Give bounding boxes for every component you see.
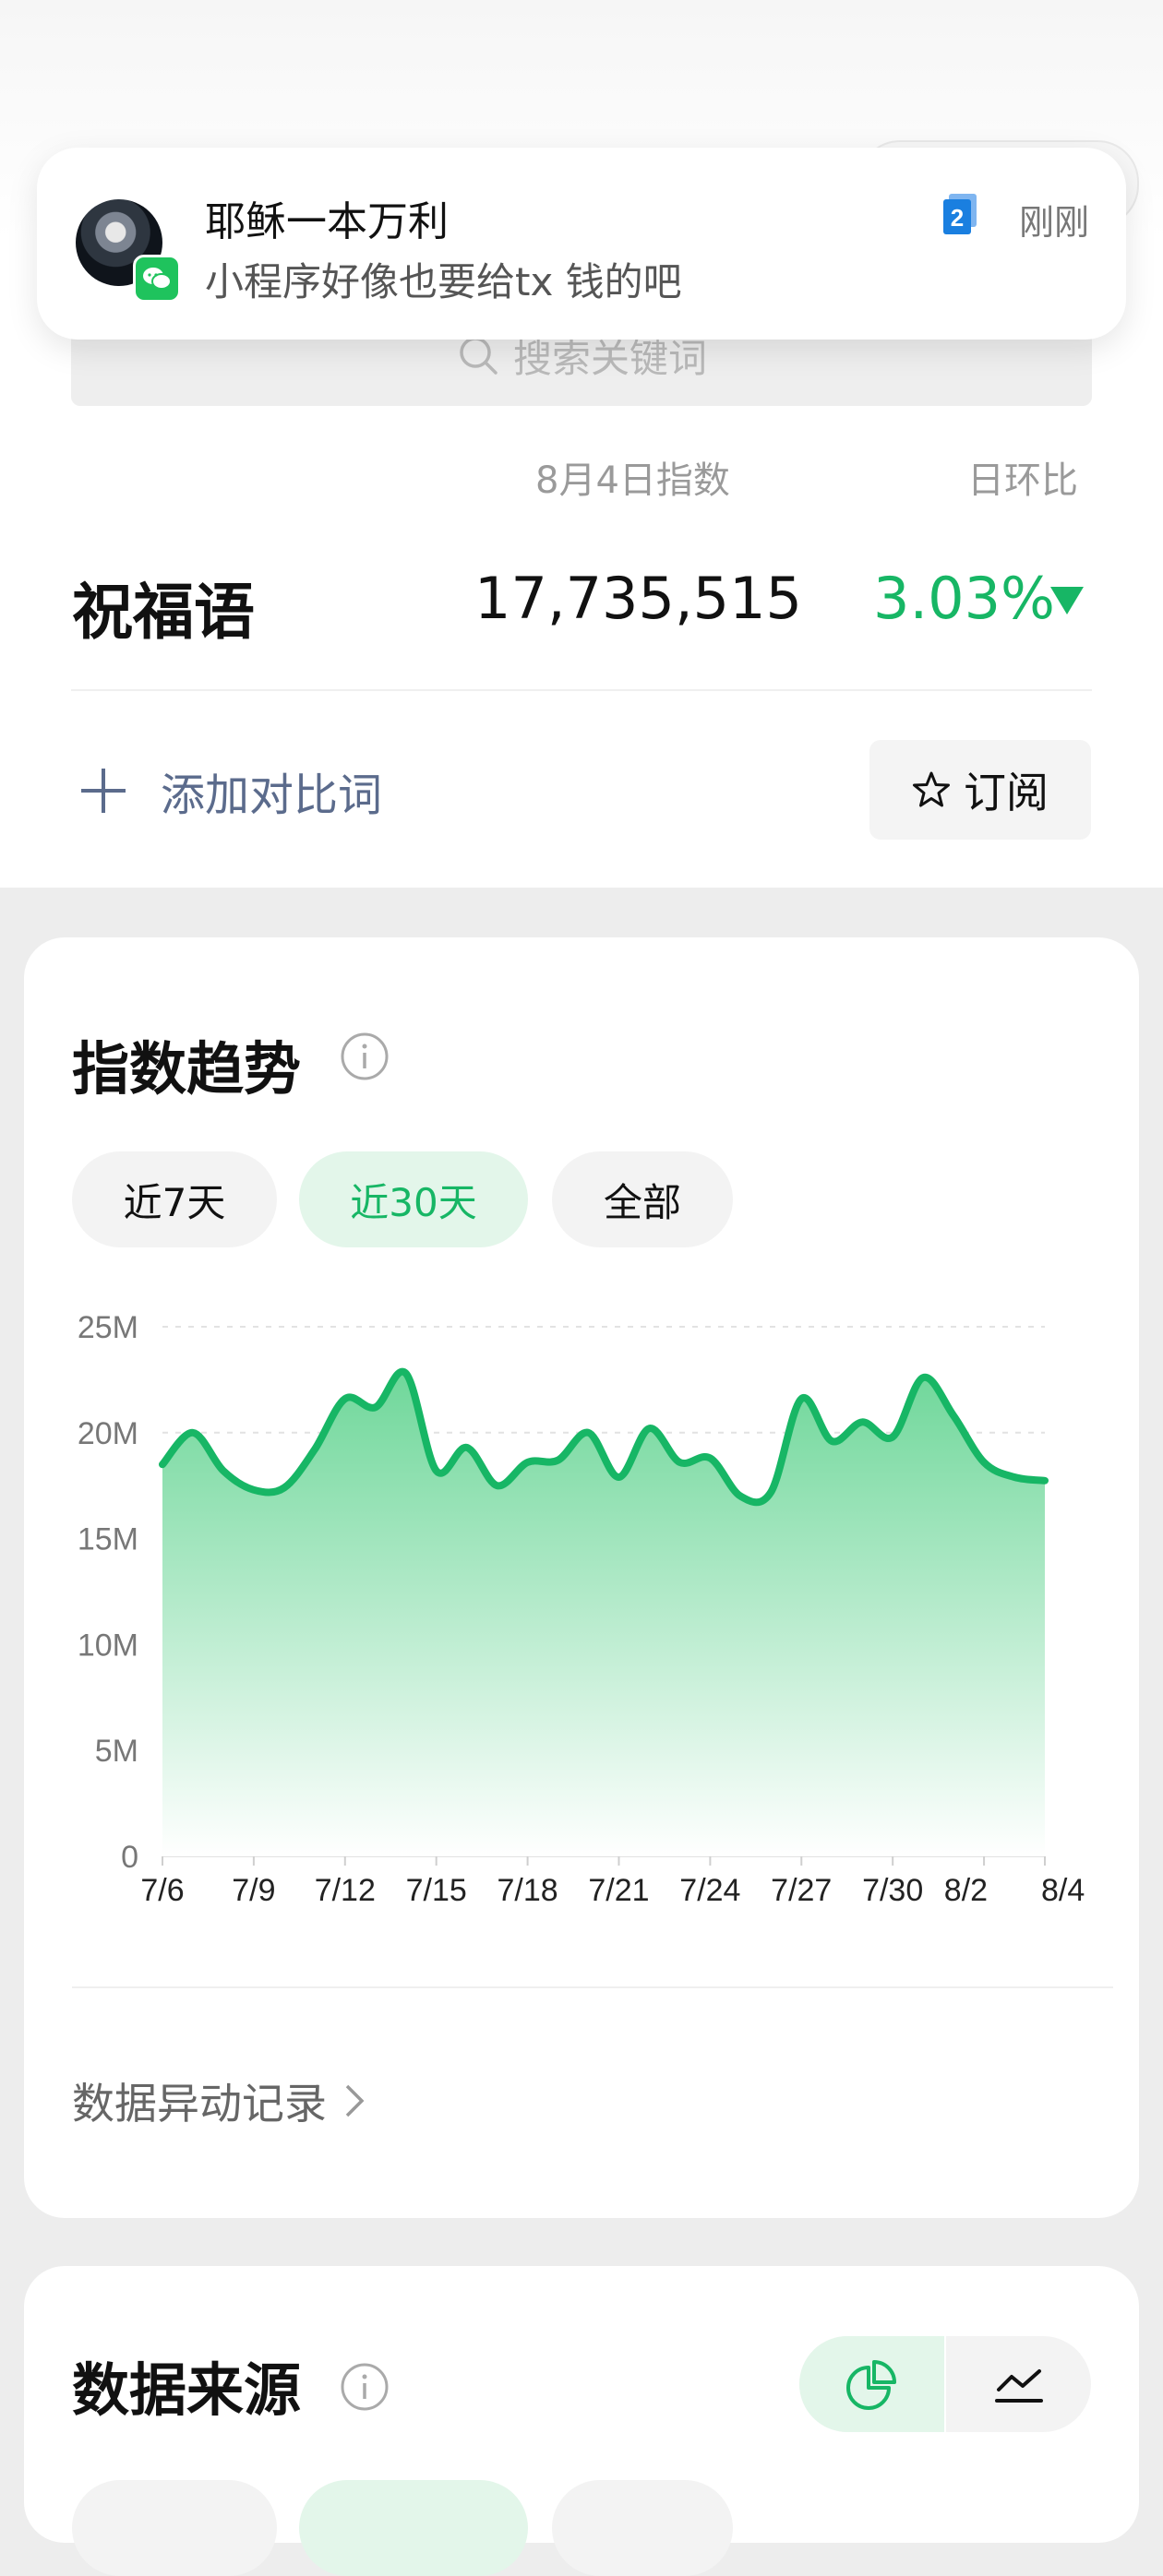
keyword-index-value: 17,735,515 <box>474 565 802 632</box>
x-tick-label: 8/4 <box>1041 1873 1085 1908</box>
keyword-name: 祝福语 <box>72 577 255 648</box>
anomaly-record-label: 数据异动记录 <box>72 2079 327 2129</box>
pie-view-button[interactable] <box>799 2336 944 2432</box>
divider <box>72 1986 1113 1988</box>
notification-message: 小程序好像也要给tx 钱的吧 <box>205 259 682 304</box>
source-tab-3[interactable] <box>552 2480 733 2576</box>
notification-sender: 耶稣一本万利 <box>205 198 449 245</box>
notification-banner[interactable]: 耶稣一本万利 小程序好像也要给tx 钱的吧 2 刚刚 <box>37 148 1126 340</box>
y-tick-label: 5M <box>95 1734 138 1769</box>
x-tick-label: 7/12 <box>315 1873 376 1908</box>
view-toggle[interactable] <box>799 2336 1091 2432</box>
index-date-label: 8月4日指数 <box>535 459 730 502</box>
x-tick-label: 7/30 <box>862 1873 923 1908</box>
chevron-right-icon <box>345 2084 365 2117</box>
line-chart-icon <box>994 2369 1043 2403</box>
source-card: 数据来源 <box>24 2266 1139 2576</box>
keyword-change: 3.03% <box>873 565 1055 632</box>
source-tab-1[interactable] <box>72 2480 277 2576</box>
x-tick-label: 7/6 <box>140 1873 184 1908</box>
y-tick-label: 0 <box>121 1840 138 1875</box>
trend-card: 指数趋势 近7天 近30天 全部 0 5M 10M 15M 20M 25M 7/6 7/9 7/… <box>24 937 1139 2218</box>
source-tab-2[interactable] <box>299 2480 528 2576</box>
x-tick-label: 7/27 <box>771 1873 832 1908</box>
y-tick-label: 15M <box>78 1522 138 1557</box>
x-tick-label: 7/9 <box>232 1873 275 1908</box>
anomaly-record-link[interactable]: 数据异动记录 <box>72 2070 367 2131</box>
search-icon <box>460 337 498 375</box>
source-title: 数据来源 <box>72 2356 302 2424</box>
star-icon <box>913 771 950 807</box>
line-view-button[interactable] <box>946 2336 1091 2432</box>
message-count-icon: 2 <box>943 194 977 234</box>
x-tick-label: 7/15 <box>406 1873 467 1908</box>
triangle-down-icon <box>1050 587 1084 614</box>
day-change-label: 日环比 <box>967 459 1078 502</box>
x-tick-label: 7/18 <box>497 1873 558 1908</box>
add-compare-label: 添加对比词 <box>161 769 383 821</box>
notification-time: 刚刚 <box>1019 202 1090 243</box>
y-tick-label: 20M <box>78 1416 138 1451</box>
trend-chart: 0 5M 10M 15M 20M 25M 7/6 7/9 7/12 7/15 7/18 7/21 7/2… <box>78 1310 1085 1908</box>
divider <box>71 689 1092 691</box>
message-count: 2 <box>951 204 964 232</box>
pie-chart-icon <box>845 2360 896 2410</box>
x-tick-label: 7/21 <box>588 1873 649 1908</box>
x-tick-label: 7/24 <box>679 1873 740 1908</box>
info-icon[interactable] <box>340 2362 390 2412</box>
chart-area <box>162 1371 1045 1856</box>
x-tick-label: 8/2 <box>944 1873 988 1908</box>
add-compare-button[interactable]: 添加对比词 <box>78 758 382 823</box>
wechat-icon <box>133 255 181 303</box>
y-tick-label: 10M <box>78 1628 138 1663</box>
y-tick-label: 25M <box>78 1310 138 1345</box>
plus-icon <box>81 769 126 813</box>
subscribe-button[interactable]: 订阅 <box>869 740 1091 840</box>
subscribe-label: 订阅 <box>964 768 1049 817</box>
